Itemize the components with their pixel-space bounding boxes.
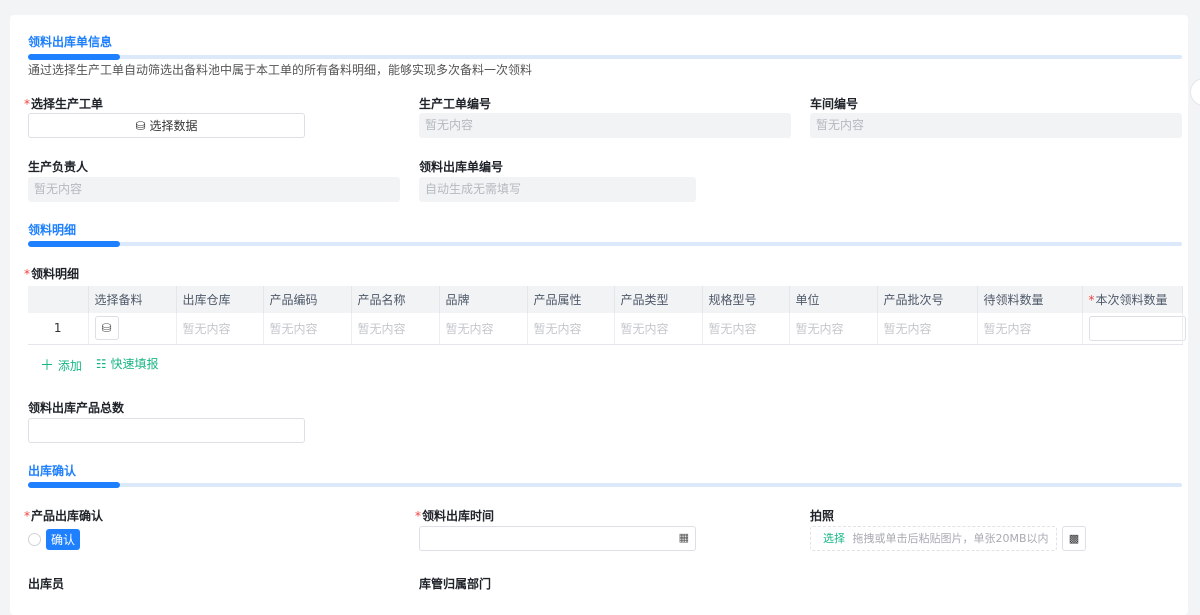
calendar-icon: ▦: [678, 531, 689, 544]
column-header-required: 本次领料数量: [1082, 286, 1183, 313]
issue-time-input[interactable]: ▦: [419, 526, 696, 551]
edit-icon: ☷: [95, 357, 107, 371]
column-header: 待领料数量: [977, 286, 1083, 313]
confirm-tag: 确认: [46, 529, 81, 550]
owner-label: 生产负责人: [28, 160, 89, 174]
confirm-label: 产品出库确认: [24, 507, 103, 524]
issue-time-label: 领料出库时间: [415, 507, 494, 524]
table-cell: 暂无内容: [977, 313, 1083, 345]
section-divider: [28, 241, 1182, 247]
column-header: 产品类型: [614, 286, 703, 313]
column-header: 选择备料: [88, 286, 177, 313]
row-index: 1: [28, 313, 89, 345]
side-drawer-handle[interactable]: [1190, 78, 1200, 106]
section-title-info: 领料出库单信息: [28, 35, 113, 49]
issue-no-field: 自动生成无需填写: [419, 177, 696, 202]
column-header: 产品名称: [351, 286, 440, 313]
quantity-cell: [1082, 313, 1186, 345]
photo-select-link[interactable]: 选择: [823, 532, 845, 545]
column-header: 产品属性: [527, 286, 615, 313]
quick-fill-button[interactable]: ☷ 快速填报: [96, 355, 159, 375]
confirm-checkbox[interactable]: 确认: [28, 529, 81, 550]
photo-label: 拍照: [810, 509, 835, 523]
table-cell: 暂无内容: [877, 313, 978, 345]
section-divider: [28, 482, 1182, 488]
table-cell: 暂无内容: [702, 313, 790, 345]
plus-icon: ＋: [40, 358, 54, 374]
select-data-button[interactable]: ⛁ 选择数据: [28, 113, 305, 138]
table-cell: 暂无内容: [351, 313, 440, 345]
issue-no-label: 领料出库单编号: [419, 160, 504, 174]
photo-upload-area[interactable]: 选择 拖拽或单击后粘贴图片，单张20MB以内: [810, 526, 1057, 551]
column-header: 产品批次号: [877, 286, 978, 313]
workshop-no-label: 车间编号: [810, 97, 859, 111]
database-icon: ⛁: [135, 118, 146, 133]
table-cell: 暂无内容: [614, 313, 703, 345]
column-header: 品牌: [439, 286, 528, 313]
table-cell: 暂无内容: [439, 313, 528, 345]
quantity-input[interactable]: [1088, 315, 1186, 341]
column-header: 出库仓库: [176, 286, 264, 313]
details-table-label: 领料明细: [24, 265, 79, 282]
workshop-no-field: 暂无内容: [810, 113, 1182, 138]
owner-field: 暂无内容: [28, 177, 400, 202]
total-input[interactable]: [28, 418, 305, 443]
radio-icon: [28, 533, 41, 546]
section-divider: [28, 54, 1182, 60]
table-cell: 暂无内容: [263, 313, 352, 345]
work-order-label: 选择生产工单: [24, 95, 103, 112]
table-header-row: 选择备料 出库仓库 产品编码 产品名称 品牌 产品属性 产品类型 规格型号 单位…: [28, 286, 1183, 313]
qr-code-button[interactable]: ▩: [1062, 526, 1086, 551]
work-order-no-field: 暂无内容: [419, 113, 791, 138]
section-title-confirm: 出库确认: [28, 464, 77, 478]
column-header-index: [28, 286, 89, 313]
dept-label: 库管归属部门: [419, 577, 492, 591]
column-header: 规格型号: [702, 286, 790, 313]
section-title-details: 领料明细: [28, 223, 77, 237]
column-header: 产品编码: [263, 286, 352, 313]
table-cell: 暂无内容: [176, 313, 264, 345]
table-row: 1 ⛁ 暂无内容 暂无内容 暂无内容 暂无内容 暂无内容 暂无内容 暂无内容 暂…: [28, 313, 1186, 345]
add-row-button[interactable]: ＋ 添加: [40, 355, 82, 375]
photo-hint: 拖拽或单击后粘贴图片，单张20MB以内: [852, 532, 1049, 545]
section-description: 通过选择生产工单自动筛选出备料池中属于本工单的所有备料明细，能够实现多次备料一次…: [28, 63, 533, 77]
table-cell: 暂无内容: [789, 313, 878, 345]
database-icon[interactable]: ⛁: [94, 316, 119, 341]
total-label: 领料出库产品总数: [28, 401, 125, 415]
form-card: 领料出库单信息 通过选择生产工单自动筛选出备料池中属于本工单的所有备料明细，能够…: [10, 15, 1188, 615]
select-material-cell: ⛁: [88, 313, 177, 345]
qr-code-icon: ▩: [1068, 532, 1080, 545]
details-table: 选择备料 出库仓库 产品编码 产品名称 品牌 产品属性 产品类型 规格型号 单位…: [28, 286, 1186, 345]
table-cell: 暂无内容: [527, 313, 615, 345]
column-header: 单位: [789, 286, 878, 313]
table-actions: ＋ 添加 ☷ 快速填报: [40, 355, 158, 375]
work-order-no-label: 生产工单编号: [419, 97, 492, 111]
operator-label: 出库员: [28, 577, 65, 591]
